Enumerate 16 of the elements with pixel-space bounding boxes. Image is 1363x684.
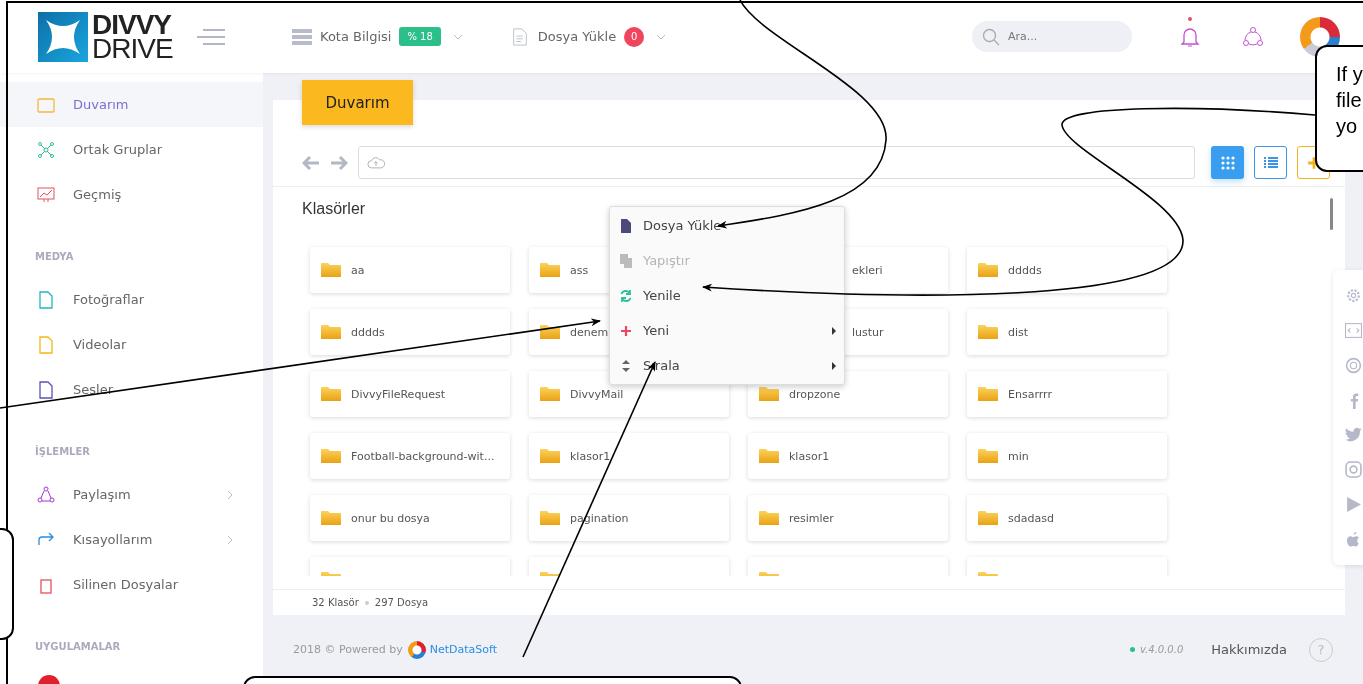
callout-text: If y <box>1336 62 1363 87</box>
section-title: UYGULAMALAR <box>34 640 122 654</box>
quota-badge: % 18 <box>399 27 441 46</box>
section-heading: Klasörler <box>302 199 366 218</box>
section-title: İŞLEMLER <box>34 444 91 459</box>
logo-text: DRIVE <box>92 36 173 61</box>
logo-text: DIVVY <box>92 12 172 37</box>
page-title: Duvarım <box>302 80 413 125</box>
callout-text: file <box>1336 88 1362 113</box>
copyright-text: 2018 © Powered by <box>293 643 403 656</box>
file-count: 297 Dosya <box>374 597 429 608</box>
callout-text: yo <box>1336 114 1358 139</box>
section-title: MEDYA <box>34 250 75 264</box>
upload-count-badge: 0 <box>624 26 645 47</box>
folder-count: 32 Klasör <box>312 597 359 608</box>
version-text: v.4.0.0.0 <box>1140 644 1184 655</box>
